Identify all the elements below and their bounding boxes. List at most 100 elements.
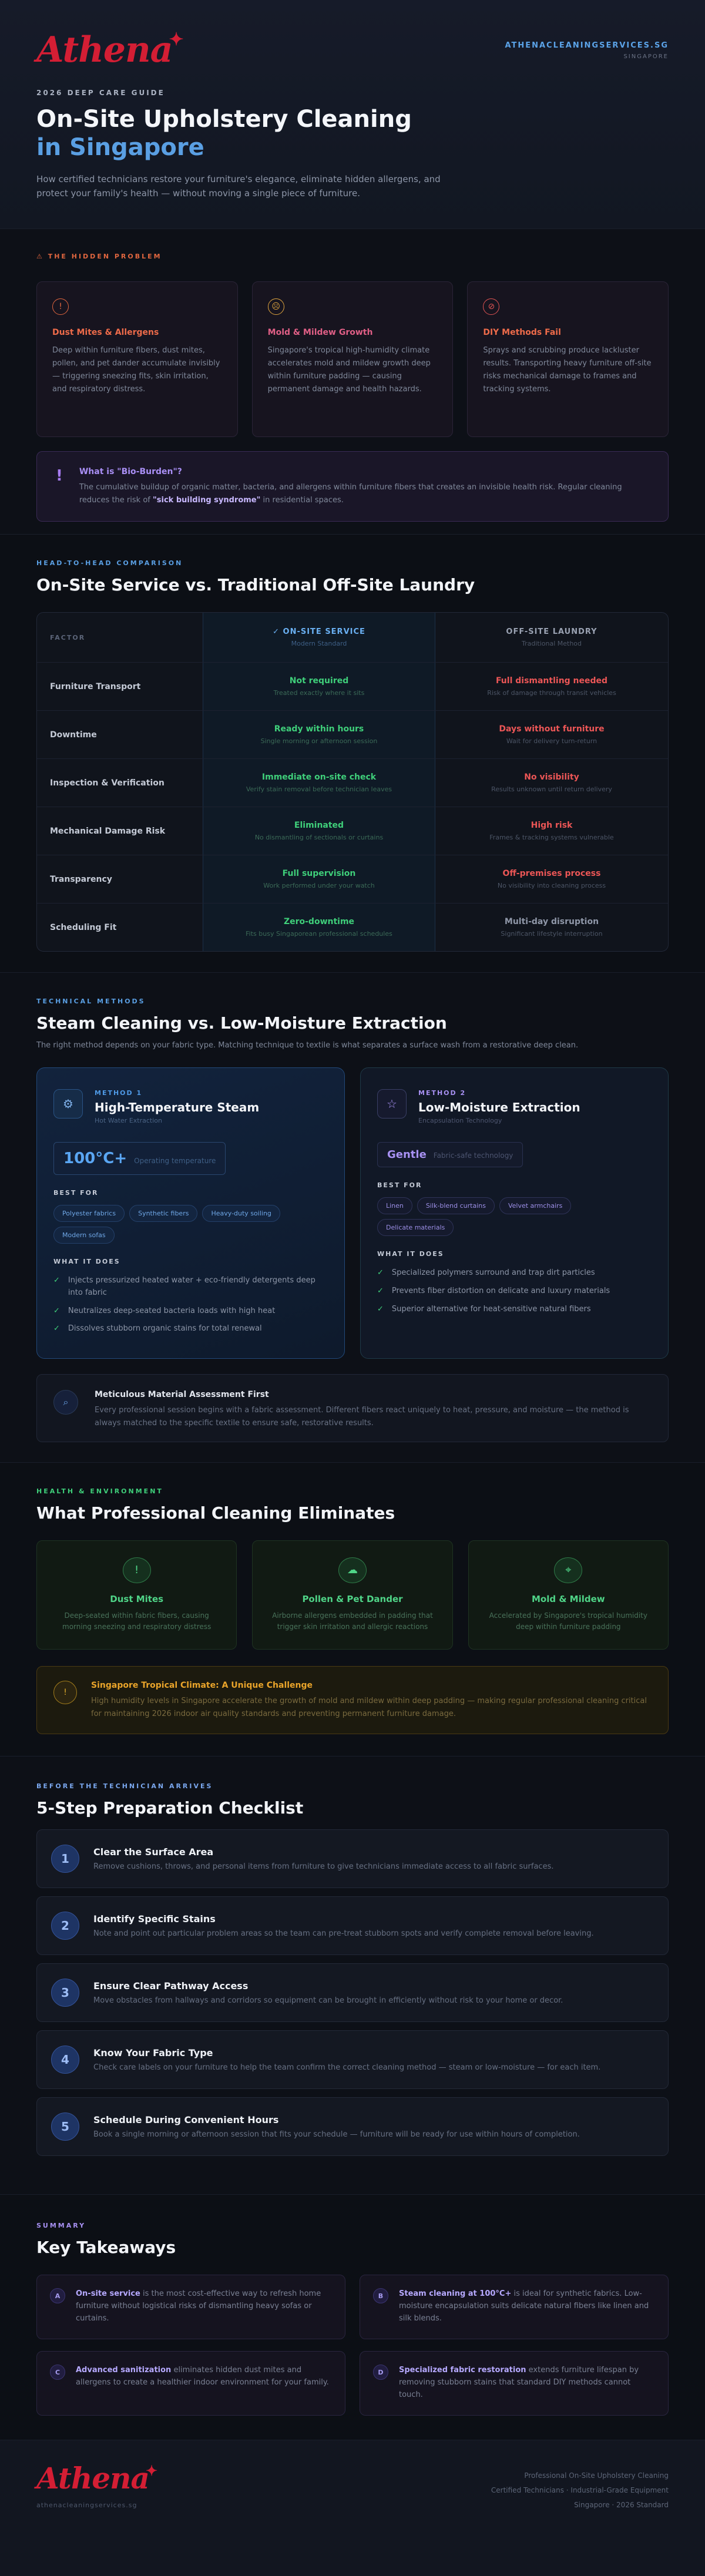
card-title: DIY Methods Fail xyxy=(483,328,561,337)
on-site-note: Treated exactly where it sits xyxy=(273,689,365,697)
card-text: Deep-seated within fabric fibers, causin… xyxy=(62,1611,212,1631)
method-stat: 100°C+ Operating temperature xyxy=(53,1142,226,1175)
off-site-value: Off-premises process xyxy=(502,869,601,878)
step-text: Book a single morning or afternoon sessi… xyxy=(93,2130,580,2139)
method-card-steam: ⚙ METHOD 1 High-Temperature Steam Hot Wate… xyxy=(36,1067,345,1359)
fabric-chip: Heavy-duty soiling xyxy=(202,1205,280,1222)
problem-eyebrow: ⚠ THE HIDDEN PROBLEM xyxy=(36,253,162,260)
callout-text: High humidity levels in Singapore accele… xyxy=(91,1697,647,1719)
row-factor: Mechanical Damage Risk xyxy=(50,826,166,836)
table-row: Inspection & Verification Immediate on-si… xyxy=(37,758,668,807)
check-item: ✓ Superior alternative for heat-sensitive… xyxy=(377,1304,652,1316)
methods-eyebrow: TECHNICAL METHODS xyxy=(36,998,146,1005)
health-card-mold: ⌖ Mold & Mildew Accelerated by Singapore's… xyxy=(468,1540,669,1650)
on-site-value: Immediate on-site check xyxy=(261,773,377,782)
card-title: Dust Mites & Allergens xyxy=(52,328,159,337)
check-text: Neutralizes deep-seated bacteria loads w… xyxy=(68,1306,276,1315)
bio-burden-callout: ! What is "Bio-Burden"? The cumulative b… xyxy=(36,451,669,522)
spark-icon: ✦ xyxy=(145,2462,157,2479)
check-item: ✓ Dissolves stubborn organic stains for t… xyxy=(53,1323,328,1335)
check-item: ✓ Specialized polymers surround and trap … xyxy=(377,1267,652,1279)
step-number: 2 xyxy=(51,1912,79,1940)
check-list: ✓ Specialized polymers surround and trap … xyxy=(377,1267,652,1315)
step-body: Ensure Clear Pathway Access Move obstacle… xyxy=(93,1980,563,2005)
row-off-site: High risk Frames & tracking systems vulne… xyxy=(435,807,668,855)
col-off-site: OFF-SITE LAUNDRY Traditional Method xyxy=(506,627,597,647)
check-icon: ✓ xyxy=(377,1304,384,1314)
row-off-site: Off-premises process No visibility into c… xyxy=(435,855,668,903)
method-label: METHOD 2 xyxy=(418,1089,466,1097)
row-off-site: Multi-day disruption Significant lifestyl… xyxy=(435,904,668,951)
fabric-chip: Delicate materials xyxy=(377,1219,454,1236)
step-text: Move obstacles from hallways and corrido… xyxy=(93,1996,563,2005)
cloud-icon: ☁ xyxy=(338,1557,367,1583)
on-site-note: No dismantling of sectionals or curtains xyxy=(254,834,384,841)
check-icon: ✓ xyxy=(53,1276,60,1285)
step-title: Schedule During Convenient Hours xyxy=(93,2114,279,2125)
method-subtitle: Hot Water Extraction xyxy=(95,1117,162,1124)
row-factor: Inspection & Verification xyxy=(50,778,164,788)
spark-icon: ✦ xyxy=(169,29,184,50)
step-text: Check care labels on your furniture to h… xyxy=(93,2063,601,2072)
problem-card-dust: ! Dust Mites & Allergens Deep within fur… xyxy=(36,281,238,437)
step-body: Clear the Surface Area Remove cushions, t… xyxy=(93,1846,553,1871)
check-item: ✓ Prevents fiber distortion on delicate a… xyxy=(377,1285,652,1298)
step-text: Remove cushions, throws, and personal it… xyxy=(93,1862,554,1871)
table-row: Downtime Ready within hours Single morning… xyxy=(37,710,668,758)
takeaway-bold: Steam cleaning at 100°C+ xyxy=(399,2289,512,2298)
checklist-step: 1 Clear the Surface Area Remove cushions, … xyxy=(36,1829,669,1888)
off-site-note: Significant lifestyle interruption xyxy=(501,930,603,938)
row-on-site: Eliminated No dismantling of sectionals o… xyxy=(203,807,435,855)
checklist-eyebrow: BEFORE THE TECHNICIAN ARRIVES xyxy=(36,1782,213,1790)
step-number: 5 xyxy=(51,2112,79,2141)
methods-lead: The right method depends on your fabric … xyxy=(36,1041,579,1050)
face-sad-icon: ☹ xyxy=(267,298,284,315)
check-item: ✓ Neutralizes deep-seated bacteria loads … xyxy=(53,1305,328,1318)
check-text: Dissolves stubborn organic stains for to… xyxy=(68,1324,262,1334)
off-site-value: Days without furniture xyxy=(499,724,605,734)
off-site-note: Risk of damage through transit vehicles xyxy=(487,689,616,697)
row-factor: Downtime xyxy=(50,730,97,740)
guide-eyebrow: 2026 DEEP CARE GUIDE xyxy=(36,89,165,97)
step-number: 1 xyxy=(51,1845,79,1873)
table-row: Furniture Transport Not required Treated e… xyxy=(37,662,668,710)
check-item: ✓ Injects pressurized heated water + eco-… xyxy=(53,1275,328,1299)
row-factor: Transparency xyxy=(50,874,112,884)
table-header: FACTOR ✓ ON-SITE SERVICE Modern Standard … xyxy=(37,613,668,662)
takeaway-bold: On-site service xyxy=(76,2289,140,2298)
step-title: Identify Specific Stains xyxy=(93,1913,216,1925)
on-site-value: Full supervision xyxy=(282,869,356,878)
checklist-step: 3 Ensure Clear Pathway Access Move obstacl… xyxy=(36,1963,669,2022)
check-list: ✓ Injects pressurized heated water + eco-… xyxy=(53,1275,328,1335)
method-card-low-moisture: ☆ METHOD 2 Low-Moisture Extraction Encapsu… xyxy=(360,1067,669,1359)
site-domain[interactable]: ATHENACLEANINGSERVICES.SG xyxy=(505,41,669,50)
footer-line: Singapore · 2026 Standard xyxy=(574,2501,669,2510)
location-pin-icon: ⌖ xyxy=(554,1557,583,1583)
checklist-step: 2 Identify Specific Stains Note and point … xyxy=(36,1896,669,1955)
prohibited-icon: ⊘ xyxy=(483,298,500,315)
on-site-value: Zero-downtime xyxy=(283,917,355,926)
on-site-value: Ready within hours xyxy=(274,724,364,734)
off-site-note: Results unknown until return delivery xyxy=(491,785,612,793)
summary-eyebrow: SUMMARY xyxy=(36,2222,86,2229)
takeaway-card: B Steam cleaning at 100°C+ is ideal for s… xyxy=(360,2275,669,2339)
step-number: 4 xyxy=(51,2046,79,2074)
takeaway-letter: B xyxy=(373,2288,388,2303)
card-text: Airborne allergens embedded in padding t… xyxy=(272,1611,433,1631)
check-text: Specialized polymers surround and trap d… xyxy=(391,1268,595,1277)
problem-section: ⚠ THE HIDDEN PROBLEM ! Dust Mites & Alle… xyxy=(0,229,705,535)
exclamation-icon: ! xyxy=(56,467,63,485)
takeaway-text: On-site service is the most cost-effecti… xyxy=(76,2288,332,2326)
takeaway-card: D Specialized fabric restoration extends … xyxy=(360,2351,669,2416)
takeaway-text: Advanced sanitization eliminates hidden … xyxy=(76,2365,332,2402)
fabric-chip: Linen xyxy=(377,1197,412,1214)
check-icon: ✓ xyxy=(377,1268,384,1277)
info-icon: ! xyxy=(53,1681,77,1704)
row-factor: Furniture Transport xyxy=(50,681,141,691)
site-country: SINGAPORE xyxy=(623,53,669,60)
on-site-value: Not required xyxy=(289,676,349,686)
fabric-chip: Synthetic fibers xyxy=(129,1205,198,1222)
what-it-does-label: WHAT IT DOES xyxy=(53,1258,120,1265)
row-on-site: Full supervision Work performed under you… xyxy=(203,855,435,903)
callout-title: Singapore Tropical Climate: A Unique Cha… xyxy=(91,1681,313,1690)
